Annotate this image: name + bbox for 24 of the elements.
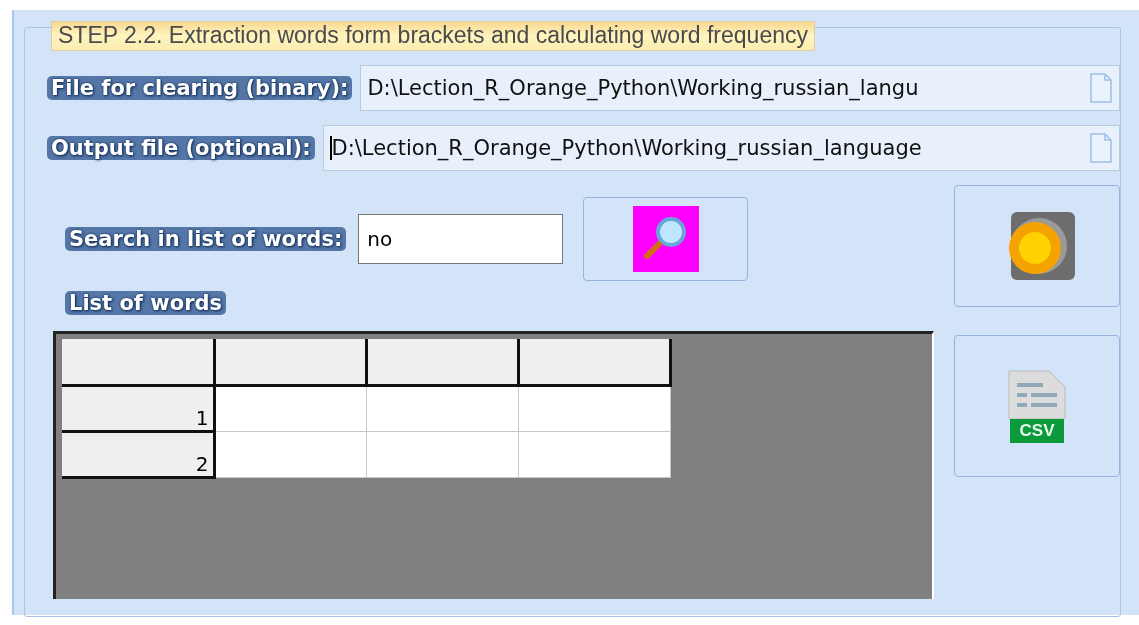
search-label: Search in list of words: bbox=[65, 227, 347, 251]
row-header[interactable]: 1 bbox=[62, 385, 214, 431]
search-icon bbox=[632, 206, 699, 272]
field-label: File for clearing (binary): bbox=[47, 76, 353, 100]
path-field[interactable]: D:\Lection_R_Orange_Python\Working_russian_language bbox=[322, 125, 1120, 171]
table-cell[interactable] bbox=[214, 431, 366, 477]
table-cell[interactable] bbox=[518, 385, 670, 431]
group-title: STEP 2.2. Extraction words form brackets and calculating word frequency bbox=[51, 21, 815, 51]
row-header[interactable]: 2 bbox=[62, 431, 214, 477]
field-label: Output file (optional): bbox=[47, 136, 315, 160]
search-field[interactable]: no bbox=[358, 214, 564, 264]
table-cell[interactable] bbox=[366, 431, 518, 477]
list-label: List of words bbox=[65, 291, 227, 315]
csv-label: CSV bbox=[1009, 419, 1065, 443]
run-button[interactable] bbox=[954, 185, 1120, 307]
table-cell[interactable] bbox=[366, 385, 518, 431]
column-header[interactable] bbox=[366, 339, 518, 385]
document-icon bbox=[1005, 369, 1069, 419]
table-cell[interactable] bbox=[214, 385, 366, 431]
search-button[interactable] bbox=[583, 197, 749, 281]
column-header[interactable] bbox=[214, 339, 366, 385]
path-field[interactable]: D:\Lection_R_Orange_Python\Working_russian_langu bbox=[360, 65, 1120, 111]
column-header[interactable] bbox=[518, 339, 670, 385]
table-cell[interactable] bbox=[518, 431, 670, 477]
